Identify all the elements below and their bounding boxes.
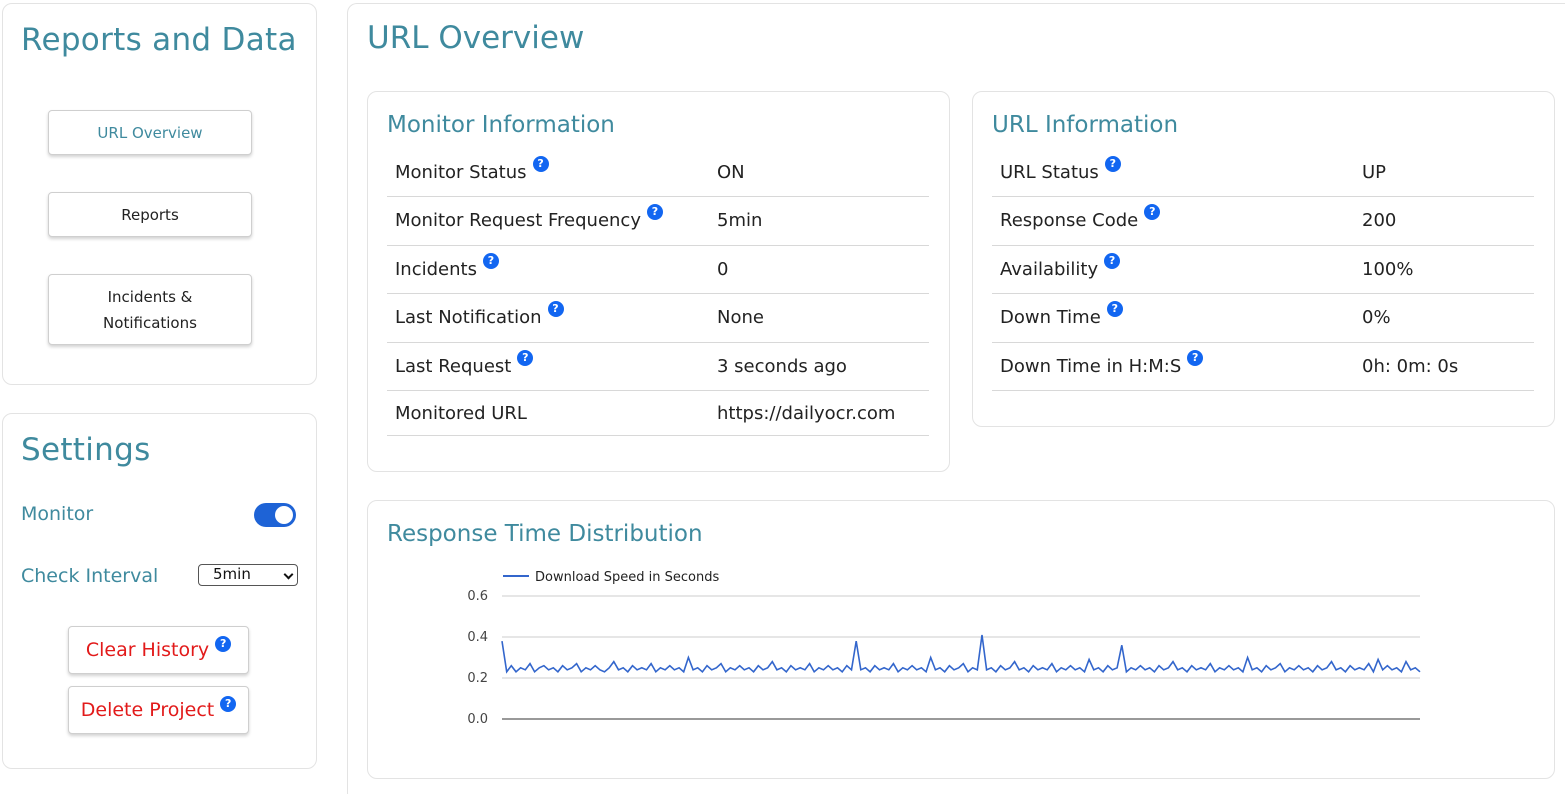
url-info-table: URL Status? UP Response Code? 200 Availa…	[992, 148, 1534, 391]
table-row: Down Time in H:M:S? 0h: 0m: 0s	[992, 342, 1534, 391]
help-icon[interactable]: ?	[517, 349, 534, 366]
nav-incidents-button[interactable]: Incidents & Notifications	[48, 274, 252, 345]
line-chart: 0.0 0.2 0.4 0.6 Download Speed in Seconds	[467, 570, 1421, 727]
help-icon[interactable]: ?	[482, 252, 499, 269]
check-interval-select[interactable]: 5min	[198, 564, 298, 586]
help-icon[interactable]: ?	[220, 696, 237, 712]
clear-history-label: Clear History	[85, 639, 210, 661]
settings-title: Settings	[21, 432, 151, 468]
incidents-value: 0	[709, 245, 929, 294]
down-time-label: Down Time	[1000, 307, 1101, 329]
reports-title: Reports and Data	[21, 22, 297, 58]
clear-history-button[interactable]: Clear History?	[68, 626, 249, 674]
y-tick-label: 0.0	[467, 712, 488, 727]
monitor-info-title: Monitor Information	[387, 112, 615, 138]
monitored-url-label: Monitored URL	[387, 390, 709, 436]
row-label: Last Request?	[387, 342, 709, 391]
row-label: Down Time?	[992, 293, 1354, 343]
row-label: Monitor Status?	[387, 148, 709, 197]
help-icon[interactable]: ?	[1104, 155, 1121, 172]
monitor-toggle[interactable]	[254, 503, 296, 527]
availability-label: Availability	[1000, 258, 1099, 280]
incidents-label: Incidents	[395, 258, 477, 280]
response-code-value: 200	[1354, 196, 1534, 246]
monitor-status-label: Monitor Status	[395, 161, 527, 183]
page-title: URL Overview	[367, 20, 585, 56]
check-interval-value: 5min	[213, 565, 251, 583]
help-icon[interactable]: ?	[547, 301, 564, 318]
table-row: Monitor Request Frequency? 5min	[387, 196, 929, 246]
down-time-hms-value: 0h: 0m: 0s	[1354, 342, 1534, 391]
nav-reports-button[interactable]: Reports	[48, 192, 252, 237]
delete-project-label: Delete Project	[80, 699, 215, 721]
row-label: Availability?	[992, 245, 1354, 294]
toggle-knob	[275, 506, 293, 524]
last-request-value: 3 seconds ago	[709, 342, 929, 391]
row-label: Last Notification?	[387, 293, 709, 343]
monitor-label: Monitor	[21, 503, 94, 525]
row-label: URL Status?	[992, 148, 1354, 197]
response-code-label: Response Code	[1000, 210, 1139, 232]
response-time-title: Response Time Distribution	[387, 521, 703, 547]
monitored-url-value: https://dailyocr.com	[709, 390, 929, 436]
down-time-hms-label: Down Time in H:M:S	[1000, 355, 1182, 377]
row-label: Response Code?	[992, 196, 1354, 246]
row-label: Monitor Request Frequency?	[387, 196, 709, 246]
legend-label: Download Speed in Seconds	[535, 570, 719, 585]
help-icon[interactable]: ?	[1187, 349, 1204, 366]
monitor-status-value: ON	[709, 148, 929, 197]
y-tick-label: 0.4	[467, 630, 488, 645]
table-row: Down Time? 0%	[992, 293, 1534, 343]
table-row: Response Code? 200	[992, 196, 1534, 246]
url-status-value: UP	[1354, 148, 1534, 197]
availability-value: 100%	[1354, 245, 1534, 294]
monitor-frequency-label: Monitor Request Frequency	[395, 210, 641, 232]
table-row: Monitored URL https://dailyocr.com	[387, 390, 929, 436]
table-row: Availability? 100%	[992, 245, 1534, 294]
table-row: URL Status? UP	[992, 148, 1534, 197]
check-interval-label: Check Interval	[21, 565, 159, 587]
chevron-down-icon	[283, 569, 294, 580]
url-info-title: URL Information	[992, 112, 1179, 138]
monitor-frequency-value: 5min	[709, 196, 929, 246]
last-notification-label: Last Notification	[395, 307, 542, 329]
monitor-info-table: Monitor Status? ON Monitor Request Frequ…	[387, 148, 929, 436]
help-icon[interactable]: ?	[1144, 204, 1161, 221]
help-icon[interactable]: ?	[646, 204, 663, 221]
y-tick-label: 0.6	[467, 589, 488, 604]
help-icon[interactable]: ?	[532, 155, 549, 172]
table-row: Last Request? 3 seconds ago	[387, 342, 929, 391]
help-icon[interactable]: ?	[1106, 301, 1123, 318]
y-tick-label: 0.2	[467, 671, 488, 686]
series-line	[501, 634, 1421, 674]
delete-project-button[interactable]: Delete Project?	[68, 686, 249, 734]
help-icon[interactable]: ?	[215, 636, 232, 652]
row-label: Down Time in H:M:S?	[992, 342, 1354, 391]
last-notification-value: None	[709, 293, 929, 343]
table-row: Last Notification? None	[387, 293, 929, 343]
url-status-label: URL Status	[1000, 161, 1099, 183]
nav-url-overview-button[interactable]: URL Overview	[48, 110, 252, 155]
down-time-value: 0%	[1354, 293, 1534, 343]
last-request-label: Last Request	[395, 355, 512, 377]
table-row: Monitor Status? ON	[387, 148, 929, 197]
help-icon[interactable]: ?	[1104, 252, 1121, 269]
row-label: Incidents?	[387, 245, 709, 294]
response-time-chart: 0.0 0.2 0.4 0.6 Download Speed in Seconds	[387, 556, 1534, 756]
table-row: Incidents? 0	[387, 245, 929, 294]
